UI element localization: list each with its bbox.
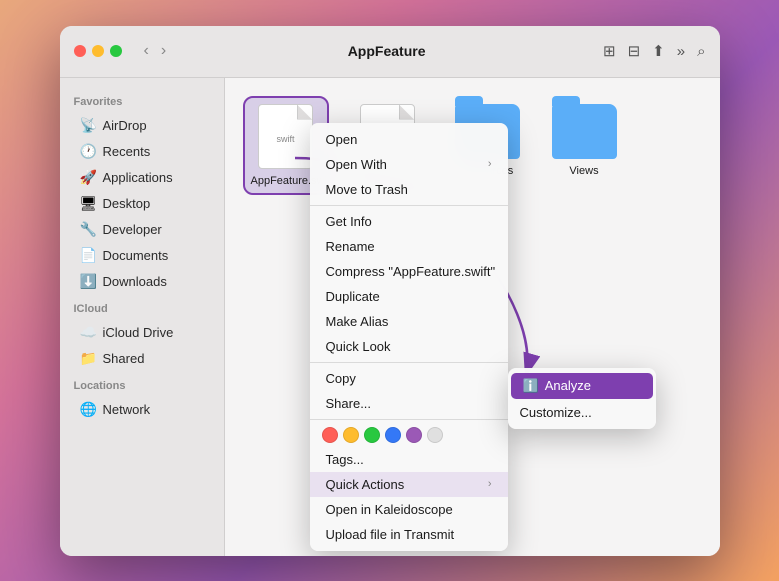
developer-icon: 🔧 [80,221,96,238]
ctx-open-with[interactable]: Open With › [310,152,508,177]
sidebar-item-airdrop[interactable]: 📡 AirDrop [66,113,218,138]
ctx-tags-label[interactable]: Tags... [310,447,508,472]
tag-purple[interactable] [406,427,422,443]
toolbar-icons: ⊞ ⊟ ⬆ » ⌕ [603,42,705,60]
locations-label: Locations [60,372,224,396]
close-button[interactable] [74,45,86,57]
ctx-divider-2 [310,362,508,363]
more-icon[interactable]: » [677,43,685,60]
views-folder-icon [552,104,617,159]
sidebar-item-network-label: Network [103,402,151,417]
sidebar-item-documents[interactable]: 📄 Documents [66,243,218,268]
sidebar-item-recents[interactable]: 🕐 Recents [66,139,218,164]
ctx-share[interactable]: Share... [310,391,508,416]
downloads-icon: ⬇️ [80,273,96,290]
submenu-analyze[interactable]: ℹ️ Analyze [511,373,653,399]
ctx-move-to-trash[interactable]: Move to Trash [310,177,508,202]
icloud-label: iCloud [60,295,224,319]
file-label-views: Views [569,165,598,177]
tag-orange[interactable] [343,427,359,443]
tag-blue[interactable] [385,427,401,443]
sidebar-item-recents-label: Recents [103,144,151,159]
network-icon: 🌐 [80,401,96,418]
favorites-label: Favorites [60,88,224,112]
context-menu: Open Open With › Move to Trash Get Info … [310,123,508,551]
sidebar-item-applications-label: Applications [103,170,173,185]
sidebar-item-network[interactable]: 🌐 Network [66,397,218,422]
tag-gray[interactable] [427,427,443,443]
ctx-open[interactable]: Open [310,127,508,152]
sidebar-item-icloud-drive[interactable]: ☁️ iCloud Drive [66,320,218,345]
sidebar-item-desktop[interactable]: 🖥 Desktop [66,191,218,216]
finder-window: ‹ › AppFeature ⊞ ⊟ ⬆ » ⌕ Favorites 📡 Air… [60,26,720,556]
search-icon[interactable]: ⌕ [697,43,705,60]
ctx-quick-look[interactable]: Quick Look [310,334,508,359]
title-bar: ‹ › AppFeature ⊞ ⊟ ⬆ » ⌕ [60,26,720,78]
back-button[interactable]: ‹ [140,40,153,62]
tag-red[interactable] [322,427,338,443]
nav-buttons: ‹ › [140,40,171,62]
ctx-get-info[interactable]: Get Info [310,209,508,234]
shared-icon: 📁 [80,350,96,367]
view-options-icon[interactable]: ⊟ [628,42,641,60]
sidebar: Favorites 📡 AirDrop 🕐 Recents 🚀 Applicat… [60,78,225,556]
traffic-lights [74,45,122,57]
file-area: swift AppFeature.swift swift ContentView… [225,78,720,556]
documents-icon: 📄 [80,247,96,264]
sidebar-item-applications[interactable]: 🚀 Applications [66,165,218,190]
sidebar-item-downloads-label: Downloads [103,274,167,289]
icloud-drive-icon: ☁️ [80,324,96,341]
sidebar-item-desktop-label: Desktop [103,196,151,211]
ctx-divider-3 [310,419,508,420]
quick-actions-submenu: ℹ️ Analyze Customize... [508,368,656,429]
share-icon[interactable]: ⬆ [652,42,665,60]
sidebar-item-shared[interactable]: 📁 Shared [66,346,218,371]
sidebar-item-developer[interactable]: 🔧 Developer [66,217,218,242]
recents-icon: 🕐 [80,143,96,160]
sidebar-item-documents-label: Documents [103,248,169,263]
ctx-quick-actions[interactable]: Quick Actions › [310,472,508,497]
airdrop-icon: 📡 [80,117,96,134]
ctx-upload-transmit[interactable]: Upload file in Transmit [310,522,508,547]
ctx-compress[interactable]: Compress "AppFeature.swift" [310,259,508,284]
applications-icon: 🚀 [80,169,96,186]
ctx-rename[interactable]: Rename [310,234,508,259]
window-title: AppFeature [178,43,595,59]
ctx-copy[interactable]: Copy [310,366,508,391]
ctx-duplicate[interactable]: Duplicate [310,284,508,309]
quick-actions-arrow-icon: › [488,478,492,490]
content-area: Favorites 📡 AirDrop 🕐 Recents 🚀 Applicat… [60,78,720,556]
sidebar-item-developer-label: Developer [103,222,162,237]
maximize-button[interactable] [110,45,122,57]
forward-button[interactable]: › [157,40,170,62]
view-grid-icon[interactable]: ⊞ [603,42,616,60]
minimize-button[interactable] [92,45,104,57]
ctx-divider-1 [310,205,508,206]
submenu-customize[interactable]: Customize... [508,400,656,425]
swift-doc-icon: swift [258,104,313,169]
desktop-icon: 🖥 [80,195,96,212]
sidebar-item-airdrop-label: AirDrop [103,118,147,133]
sidebar-item-shared-label: Shared [103,351,145,366]
ctx-make-alias[interactable]: Make Alias [310,309,508,334]
ctx-tags-row [310,423,508,447]
ctx-open-kaleidoscope[interactable]: Open in Kaleidoscope [310,497,508,522]
sidebar-item-icloud-drive-label: iCloud Drive [103,325,174,340]
tag-green[interactable] [364,427,380,443]
analyze-icon: ℹ️ [523,378,539,394]
sidebar-item-downloads[interactable]: ⬇️ Downloads [66,269,218,294]
open-with-arrow-icon: › [488,158,492,170]
file-item-views[interactable]: Views [546,98,623,183]
